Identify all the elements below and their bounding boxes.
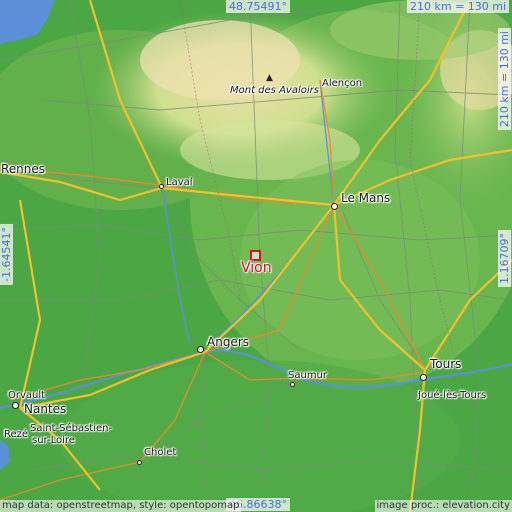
attribution-left: map data: openstreetmap, style: opentopo…	[0, 500, 242, 512]
city-marker-le-mans	[331, 203, 338, 210]
city-label-joue-les-tours: Joué-lès-Tours	[418, 390, 487, 401]
city-label-saumur: Saumur	[288, 370, 328, 381]
city-label-cholet: Cholet	[144, 447, 177, 458]
city-label-saint-sebastien: Saint-Sébastien-	[30, 423, 113, 434]
city-label-orvault: Orvault	[8, 390, 46, 401]
city-label-angers: Angers	[207, 335, 249, 349]
city-label-tours: Tours	[430, 357, 462, 371]
city-label-laval: Laval	[166, 177, 193, 188]
mountain-peak-icon: ▲	[266, 73, 273, 83]
city-label-nantes: Nantes	[24, 402, 67, 416]
city-marker-cholet	[137, 460, 142, 465]
attribution-right: image proc.: elevation.city	[374, 500, 512, 512]
city-label-le-mans: Le Mans	[341, 191, 391, 205]
city-marker-tours	[420, 374, 427, 381]
right-longitude-label: 1.16709°	[498, 230, 511, 287]
city-marker-angers	[197, 346, 204, 353]
city-marker-laval	[159, 184, 164, 189]
city-label-reze: Rezé	[4, 429, 29, 440]
peak-label-mont-des-avaloirs: Mont des Avaloirs	[230, 85, 319, 96]
top-latitude-label: 48.75491°	[226, 0, 290, 13]
city-marker-saumur	[290, 382, 295, 387]
city-label-alencon: Alençon	[322, 78, 363, 89]
city-label-rennes: Rennes	[1, 162, 46, 176]
scale-horizontal: 210 km = 130 mi	[407, 0, 510, 13]
city-marker-nantes	[12, 402, 19, 409]
target-location-label: Vion	[241, 260, 272, 276]
scale-vertical: 210 km = 130 mi	[498, 28, 511, 131]
left-longitude-label: -1.64541°	[0, 224, 13, 285]
city-label-sur-loire: sur-Loire	[32, 435, 75, 446]
map-view[interactable]: 48.75491° 46.86638° -1.64541° 1.16709° 2…	[0, 0, 512, 512]
